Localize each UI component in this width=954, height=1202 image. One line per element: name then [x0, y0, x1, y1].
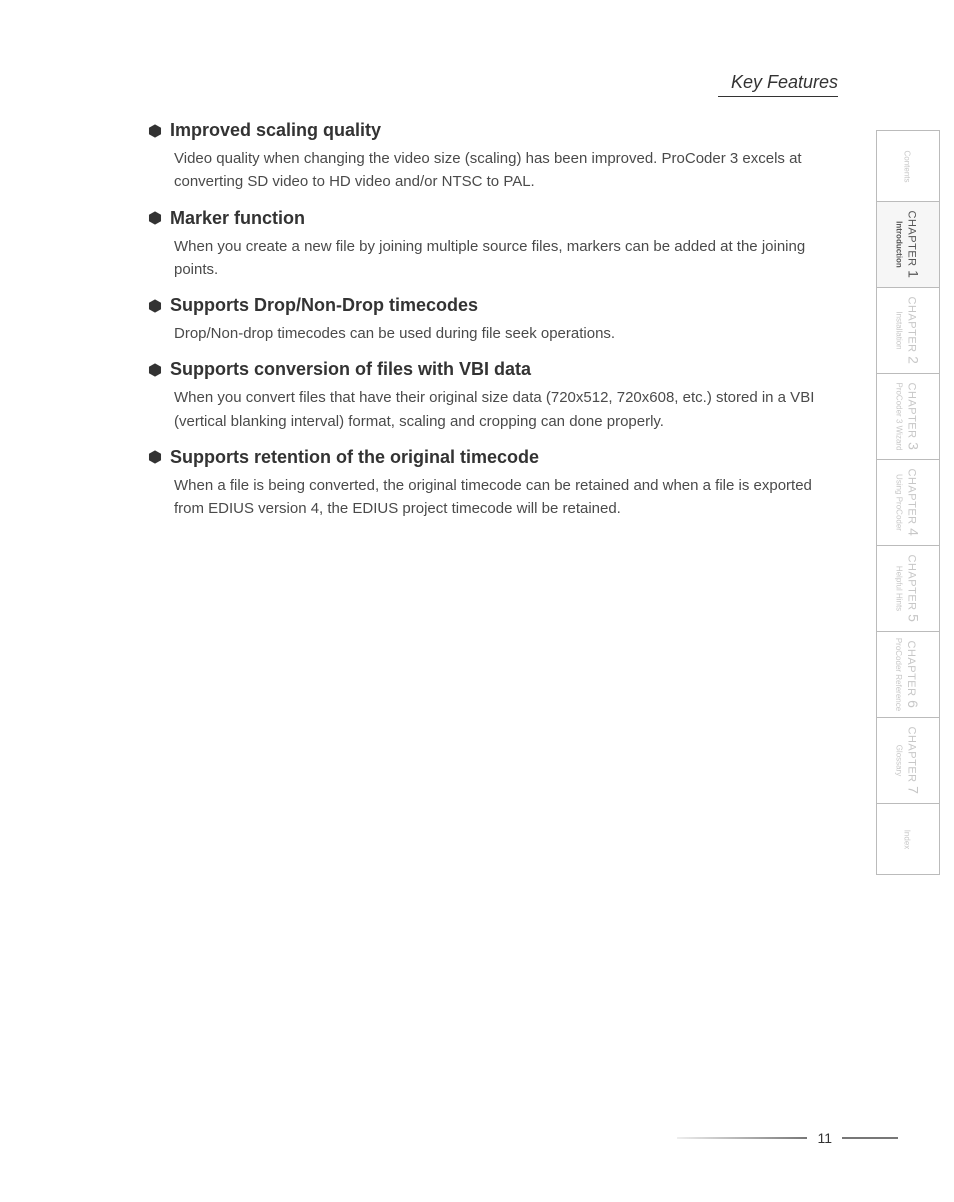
tab-chapter-label: CHAPTER 4	[906, 469, 922, 537]
section-heading: Supports retention of the original timec…	[148, 447, 838, 468]
tab-inner: CHAPTER 3ProCoder 3 Wizard	[895, 382, 922, 450]
section-title: Supports conversion of files with VBI da…	[170, 359, 531, 380]
hexagon-bullet-icon	[148, 299, 162, 313]
section-title: Supports Drop/Non-Drop timecodes	[170, 295, 478, 316]
feature-section: Improved scaling quality Video quality wh…	[148, 120, 838, 194]
document-page: Key Features Improved scaling quality Vid…	[0, 0, 954, 1202]
section-body: When you convert files that have their o…	[174, 386, 838, 433]
section-title: Supports retention of the original timec…	[170, 447, 539, 468]
tab-chapter-label: CHAPTER 7	[906, 727, 922, 795]
tab-chapter-label: CHAPTER 5	[906, 555, 922, 623]
tab-subtitle: Introduction	[895, 221, 904, 268]
tab-chapter-label: CHAPTER 3	[906, 383, 922, 451]
header-underline	[718, 96, 838, 97]
tab-inner: CHAPTER 1Introduction	[895, 211, 922, 279]
tab-subtitle: Using ProCoder	[895, 474, 904, 531]
tab-subtitle: Glossary	[895, 745, 904, 777]
section-heading: Improved scaling quality	[148, 120, 838, 141]
hexagon-bullet-icon	[148, 124, 162, 138]
tab-chapter-label: CHAPTER 6	[906, 641, 922, 709]
section-body: Drop/Non-drop timecodes can be used duri…	[174, 322, 838, 345]
tab-subtitle: Index	[902, 829, 911, 849]
tab-inner: CHAPTER 5Helpful Hints	[895, 555, 922, 623]
tab-subtitle: ProCoder 3 Wizard	[895, 382, 904, 450]
side-tab[interactable]: Index	[877, 804, 939, 875]
feature-section: Supports conversion of files with VBI da…	[148, 359, 838, 433]
tab-inner: CHAPTER 4Using ProCoder	[895, 469, 922, 537]
side-tab[interactable]: CHAPTER 4Using ProCoder	[877, 460, 939, 546]
section-heading: Supports Drop/Non-Drop timecodes	[148, 295, 838, 316]
section-heading: Marker function	[148, 208, 838, 229]
main-content: Improved scaling quality Video quality wh…	[148, 120, 838, 534]
hexagon-bullet-icon	[148, 363, 162, 377]
section-body: When a file is being converted, the orig…	[174, 474, 838, 521]
tab-inner: CHAPTER 6ProCoder Reference	[895, 638, 922, 711]
footer-rule-right	[842, 1137, 898, 1139]
page-footer: 11	[677, 1130, 898, 1146]
section-body: When you create a new file by joining mu…	[174, 235, 838, 282]
tab-inner: Index	[902, 829, 913, 849]
tab-inner: Contents	[903, 150, 914, 182]
tab-inner: CHAPTER 2Installation	[895, 297, 922, 365]
side-tab[interactable]: CHAPTER 7Glossary	[877, 718, 939, 804]
side-tab[interactable]: CHAPTER 2Installation	[877, 288, 939, 374]
tab-subtitle: Installation	[895, 311, 904, 349]
feature-section: Supports retention of the original timec…	[148, 447, 838, 521]
section-heading: Supports conversion of files with VBI da…	[148, 359, 838, 380]
side-tab[interactable]: CHAPTER 5Helpful Hints	[877, 546, 939, 632]
side-tabs: ContentsCHAPTER 1IntroductionCHAPTER 2In…	[876, 130, 940, 875]
tab-inner: CHAPTER 7Glossary	[895, 727, 922, 795]
page-header-title: Key Features	[731, 72, 838, 93]
side-tab[interactable]: CHAPTER 6ProCoder Reference	[877, 632, 939, 718]
hexagon-bullet-icon	[148, 450, 162, 464]
section-body: Video quality when changing the video si…	[174, 147, 838, 194]
tab-chapter-label: CHAPTER 2	[906, 297, 922, 365]
feature-section: Supports Drop/Non-Drop timecodes Drop/Non…	[148, 295, 838, 345]
section-title: Marker function	[170, 208, 305, 229]
feature-section: Marker function When you create a new fil…	[148, 208, 838, 282]
footer-rule-left	[677, 1137, 807, 1139]
tab-subtitle: Contents	[903, 150, 912, 182]
tab-subtitle: Helpful Hints	[895, 566, 904, 611]
tab-subtitle: ProCoder Reference	[895, 638, 904, 711]
side-tab[interactable]: CHAPTER 3ProCoder 3 Wizard	[877, 374, 939, 460]
section-title: Improved scaling quality	[170, 120, 381, 141]
tab-chapter-label: CHAPTER 1	[906, 211, 922, 279]
side-tab[interactable]: CHAPTER 1Introduction	[877, 202, 939, 288]
hexagon-bullet-icon	[148, 211, 162, 225]
side-tab[interactable]: Contents	[877, 131, 939, 202]
page-number: 11	[817, 1130, 832, 1146]
